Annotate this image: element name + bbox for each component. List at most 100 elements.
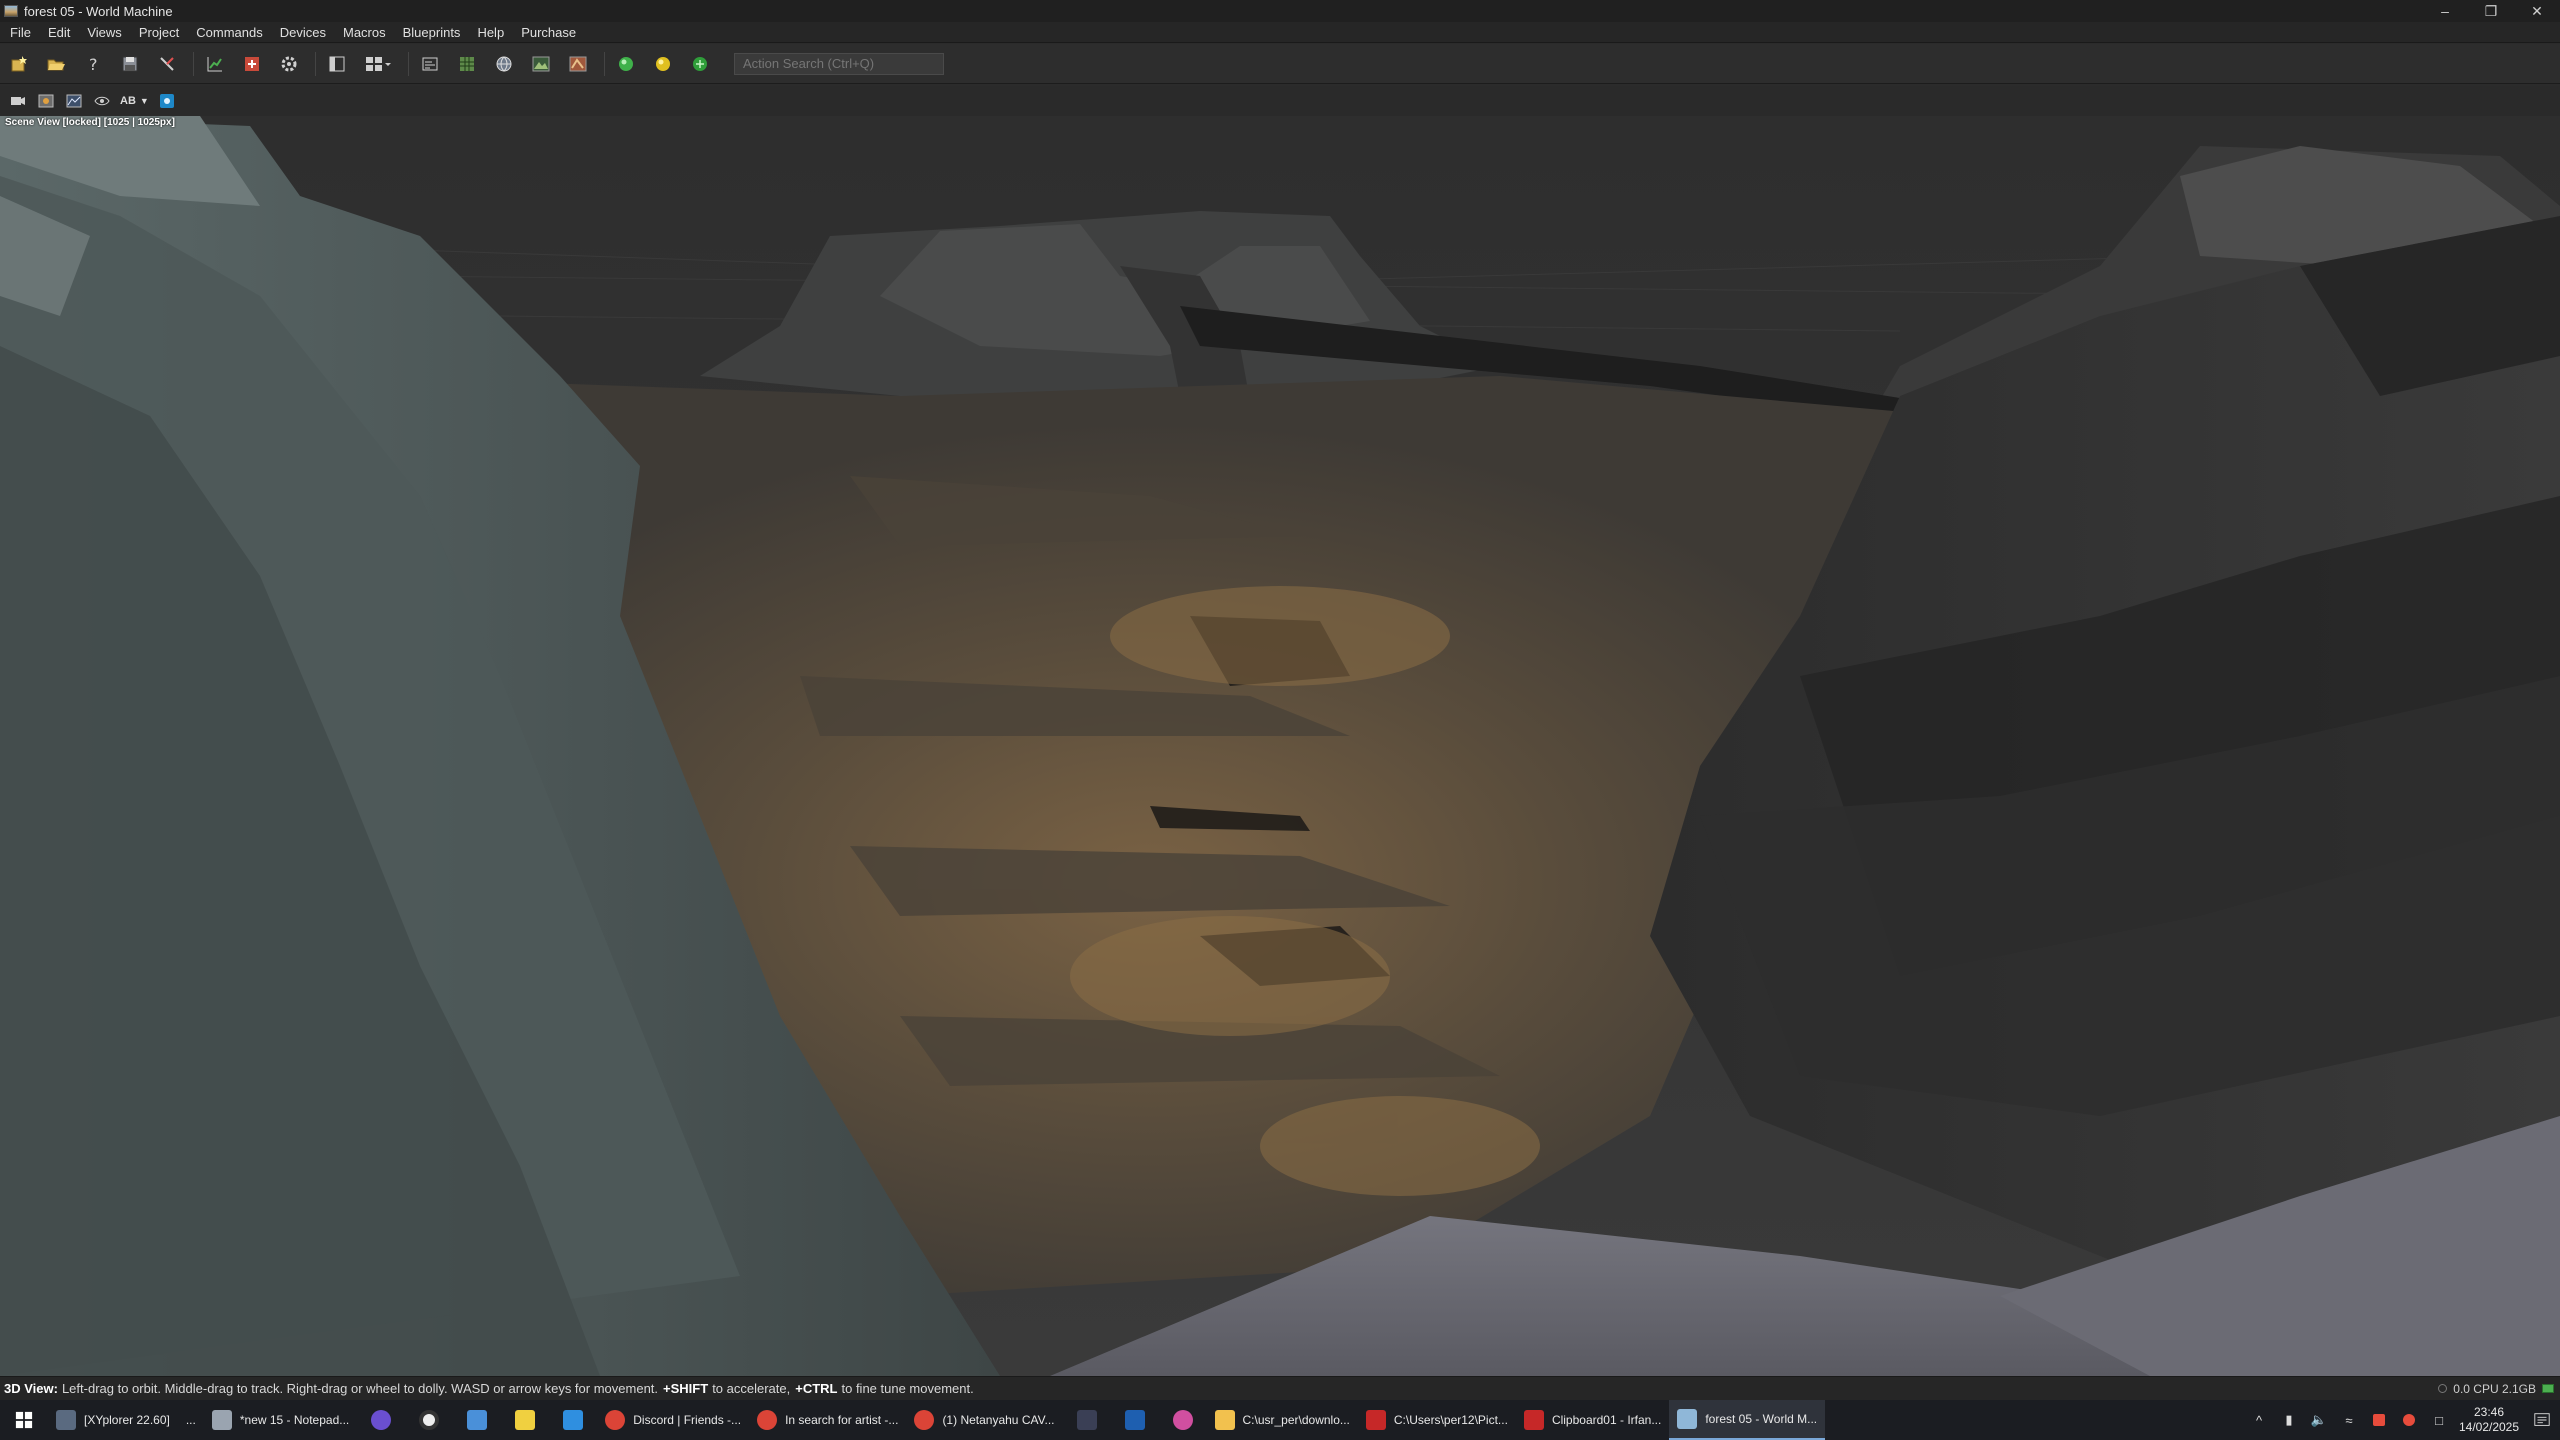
toolbar-separator: [604, 51, 605, 76]
texture-view-button[interactable]: [565, 51, 591, 77]
tray-app-icon[interactable]: [2364, 1400, 2394, 1440]
tray-battery-icon[interactable]: ▮: [2274, 1400, 2304, 1440]
tray-app-red-icon: [2403, 1414, 2415, 1426]
taskbar-item-label: Discord | Friends -...: [633, 1413, 742, 1427]
tray-volume-icon[interactable]: 🔈: [2304, 1400, 2334, 1440]
eye-icon: [94, 96, 110, 106]
tray-app-icon[interactable]: [2394, 1400, 2424, 1440]
taskbar-item-chrome-news[interactable]: (1) Netanyahu CAV...: [906, 1400, 1062, 1440]
action-search-input[interactable]: [743, 56, 933, 71]
layout-dropdown-button[interactable]: [361, 51, 395, 77]
taskbar-pinned-app[interactable]: [357, 1400, 405, 1440]
save-button[interactable]: [117, 51, 143, 77]
menu-blueprints[interactable]: Blueprints: [403, 25, 461, 40]
system-tray: ^ ▮ 🔈 ≈ □ 23:46 14/02/2025: [2244, 1400, 2560, 1440]
tools-button[interactable]: [154, 51, 180, 77]
menu-purchase[interactable]: Purchase: [521, 25, 576, 40]
tray-display-icon[interactable]: □: [2424, 1400, 2454, 1440]
taskbar-pinned-app[interactable]: [1159, 1400, 1207, 1440]
settings-button[interactable]: [276, 51, 302, 77]
lock-view-icon: [159, 94, 174, 108]
globe-view-button[interactable]: [491, 51, 517, 77]
menu-devices[interactable]: Devices: [280, 25, 326, 40]
menu-edit[interactable]: Edit: [48, 25, 70, 40]
start-button[interactable]: [0, 1400, 48, 1440]
pinned-app-icon: [1124, 1410, 1145, 1430]
device-view-button[interactable]: [417, 51, 443, 77]
tile-view-button[interactable]: [454, 51, 480, 77]
minimize-button[interactable]: –: [2422, 0, 2468, 22]
taskbar-item-label: [XYplorer 22.60]: [84, 1413, 170, 1427]
lock-view-button[interactable]: [157, 91, 177, 111]
help-button[interactable]: ?: [80, 51, 106, 77]
notification-center-button[interactable]: [2524, 1400, 2560, 1440]
menu-views[interactable]: Views: [87, 25, 121, 40]
taskbar-overflow[interactable]: ...: [178, 1400, 204, 1440]
panel-layout-button[interactable]: [324, 51, 350, 77]
build-green-button[interactable]: [613, 51, 639, 77]
status-hint-2: to accelerate,: [712, 1381, 791, 1396]
notepad-icon: [211, 1410, 232, 1430]
taskbar-item-chrome-discord[interactable]: Discord | Friends -...: [597, 1400, 749, 1440]
memory-indicator-icon: [2542, 1384, 2554, 1393]
terrain-render[interactable]: [0, 116, 2560, 1376]
taskbar-pinned-app[interactable]: [1063, 1400, 1111, 1440]
open-project-button[interactable]: [43, 51, 69, 77]
menu-macros[interactable]: Macros: [343, 25, 386, 40]
restore-button[interactable]: ❐: [2468, 0, 2514, 22]
taskbar-pinned-app[interactable]: [549, 1400, 597, 1440]
taskbar: [XYplorer 22.60] ... *new 15 - Notepad..…: [0, 1400, 2560, 1440]
notification-icon: [2534, 1413, 2550, 1426]
ab-compare-dropdown[interactable]: AB ▼: [120, 91, 149, 111]
render-settings-button[interactable]: [36, 91, 56, 111]
menu-bar: File Edit Views Project Commands Devices…: [0, 22, 2560, 43]
taskbar-pinned-app[interactable]: [1111, 1400, 1159, 1440]
title-bar: forest 05 - World Machine – ❐ ✕: [0, 0, 2560, 22]
svg-text:?: ?: [89, 55, 98, 74]
chrome-icon: [914, 1410, 935, 1430]
build-all-button[interactable]: [687, 51, 713, 77]
heightfield-icon: [66, 94, 82, 108]
new-project-button[interactable]: [6, 51, 32, 77]
view-toolbar: AB ▼: [0, 86, 2560, 116]
windows-logo-icon: [15, 1411, 33, 1429]
open-folder-icon: [47, 59, 65, 70]
close-button[interactable]: ✕: [2514, 0, 2560, 22]
taskbar-item-irfanview-clipboard[interactable]: Clipboard01 - Irfan...: [1516, 1400, 1669, 1440]
vscode-icon: [563, 1410, 584, 1430]
graph-icon: [207, 56, 222, 71]
camera-menu-button[interactable]: [8, 91, 28, 111]
terrain-view-button[interactable]: [528, 51, 554, 77]
menu-help[interactable]: Help: [477, 25, 504, 40]
build-yellow-button[interactable]: [650, 51, 676, 77]
taskbar-item-notepad[interactable]: *new 15 - Notepad...: [204, 1400, 357, 1440]
device-view-icon: [422, 57, 438, 70]
action-search-box[interactable]: [734, 52, 944, 75]
tray-network-icon[interactable]: ≈: [2334, 1400, 2364, 1440]
menu-commands[interactable]: Commands: [196, 25, 262, 40]
taskbar-pinned-app[interactable]: [405, 1400, 453, 1440]
scene-viewport[interactable]: Scene View [locked] [1025 | 1025px]: [0, 116, 2560, 1376]
taskbar-item-irfanview-folder[interactable]: C:\Users\per12\Pict...: [1358, 1400, 1516, 1440]
taskbar-item-xyplorer[interactable]: [XYplorer 22.60]: [48, 1400, 178, 1440]
tile-grid-icon: [460, 56, 474, 71]
menu-file[interactable]: File: [10, 25, 31, 40]
graph-button[interactable]: [202, 51, 228, 77]
yellow-orb-icon: [656, 56, 670, 71]
taskbar-item-chrome-artist[interactable]: In search for artist -...: [749, 1400, 906, 1440]
status-hint-1: Left-drag to orbit. Middle-drag to track…: [61, 1381, 659, 1396]
menu-project[interactable]: Project: [139, 25, 179, 40]
toolbar-separator: [408, 51, 409, 76]
taskbar-item-label: In search for artist -...: [785, 1413, 899, 1427]
taskbar-pinned-app[interactable]: [501, 1400, 549, 1440]
clock-date: 14/02/2025: [2458, 1420, 2520, 1434]
panel-icon: [329, 56, 345, 71]
heightfield-view-button[interactable]: [64, 91, 84, 111]
visibility-toggle-button[interactable]: [92, 91, 112, 111]
taskbar-clock[interactable]: 23:46 14/02/2025: [2454, 1405, 2524, 1435]
tray-overflow-button[interactable]: ^: [2244, 1400, 2274, 1440]
taskbar-pinned-app[interactable]: [453, 1400, 501, 1440]
taskbar-item-world-machine[interactable]: forest 05 - World M...: [1669, 1400, 1826, 1440]
build-button[interactable]: [239, 51, 265, 77]
taskbar-item-explorer[interactable]: C:\usr_per\downlo...: [1207, 1400, 1358, 1440]
